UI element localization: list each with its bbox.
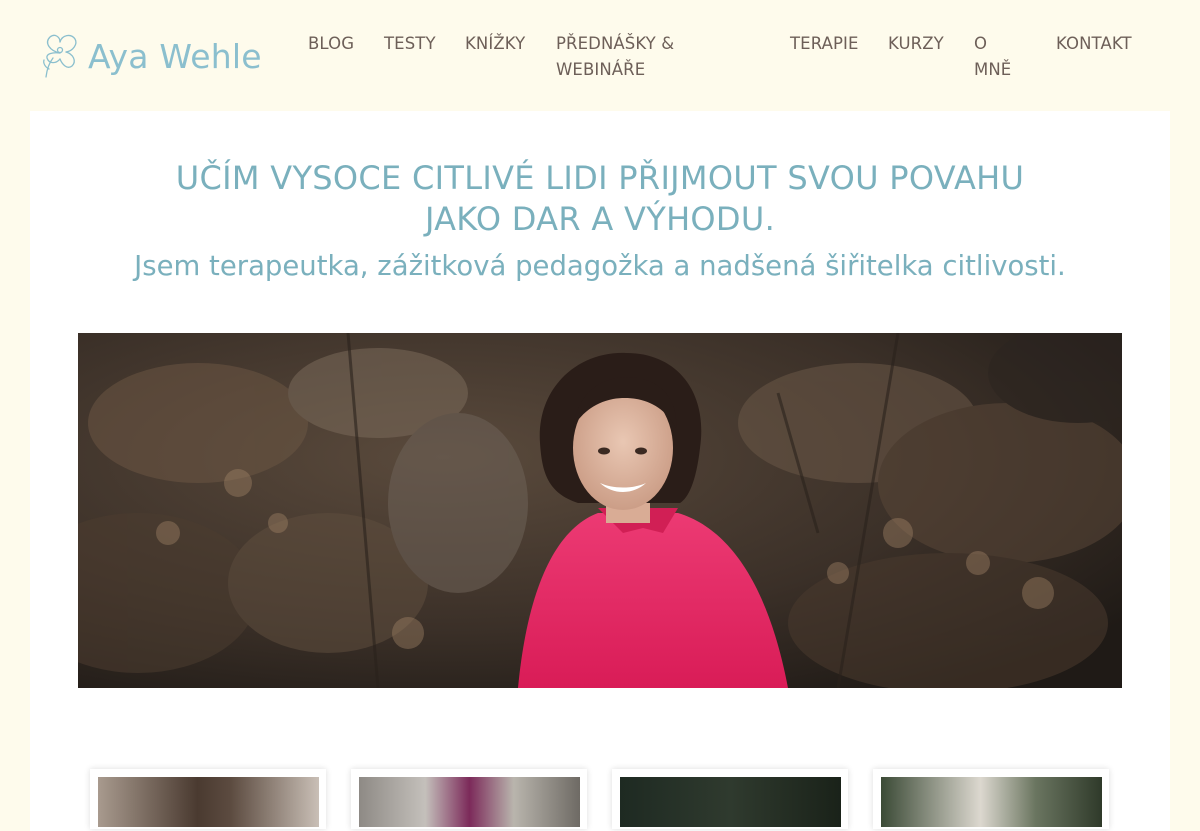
feature-card-1[interactable] [90, 769, 326, 829]
hero-headline: UČÍM VYSOCE CITLIVÉ LIDI PŘIJMOUT SVOU P… [0, 158, 1200, 240]
nav-prednasky-label-line1: PŘEDNÁŠKY & [556, 34, 675, 53]
feature-card-4[interactable] [873, 769, 1109, 829]
nav-kontakt-label: KONTAKT [1056, 34, 1132, 53]
poppy-flower-icon [43, 34, 77, 78]
nav-blog-label: BLOG [308, 34, 355, 53]
logo-text: Aya Wehle [88, 36, 262, 76]
hero-subheadline: Jsem terapeutka, zážitková pedagožka a n… [134, 250, 1066, 282]
hero-headline-line2: JAKO DAR A VÝHODU. [424, 200, 776, 238]
hero-portrait-photo [78, 333, 1122, 688]
hero-headline-line1: UČÍM VYSOCE CITLIVÉ LIDI PŘIJMOUT SVOU P… [175, 159, 1025, 197]
nav-knizky[interactable]: KNÍŽKY [465, 31, 525, 57]
nav-terapie-label: TERAPIE [790, 34, 859, 53]
nav-terapie[interactable]: TERAPIE [790, 31, 859, 57]
nav-kurzy[interactable]: KURZY [888, 31, 944, 57]
nav-testy[interactable]: TESTY [384, 31, 436, 57]
nav-blog[interactable]: BLOG [308, 31, 354, 57]
feature-card-2-image [359, 777, 580, 827]
feature-card-3-image [620, 777, 841, 827]
nav-testy-label: TESTY [384, 34, 436, 53]
nav-o-mne[interactable]: O MNĚ [974, 31, 1011, 83]
nav-prednasky-label-line2: WEBINÁŘE [556, 60, 646, 79]
nav-o-mne-label-line1: O [974, 34, 988, 53]
nav-o-mne-label-line2: MNĚ [974, 60, 1012, 79]
nav-knizky-label: KNÍŽKY [465, 34, 526, 53]
feature-card-1-image [98, 777, 319, 827]
nav-prednasky-webinare[interactable]: PŘEDNÁŠKY & WEBINÁŘE [556, 31, 674, 83]
feature-card-3[interactable] [612, 769, 848, 829]
site-logo[interactable]: Aya Wehle [40, 33, 262, 79]
nav-kontakt[interactable]: KONTAKT [1056, 31, 1132, 57]
site-header: Aya Wehle BLOG TESTY KNÍŽKY PŘEDNÁŠKY & … [0, 0, 1200, 110]
feature-card-2[interactable] [351, 769, 587, 829]
feature-card-4-image [881, 777, 1102, 827]
nav-kurzy-label: KURZY [888, 34, 944, 53]
